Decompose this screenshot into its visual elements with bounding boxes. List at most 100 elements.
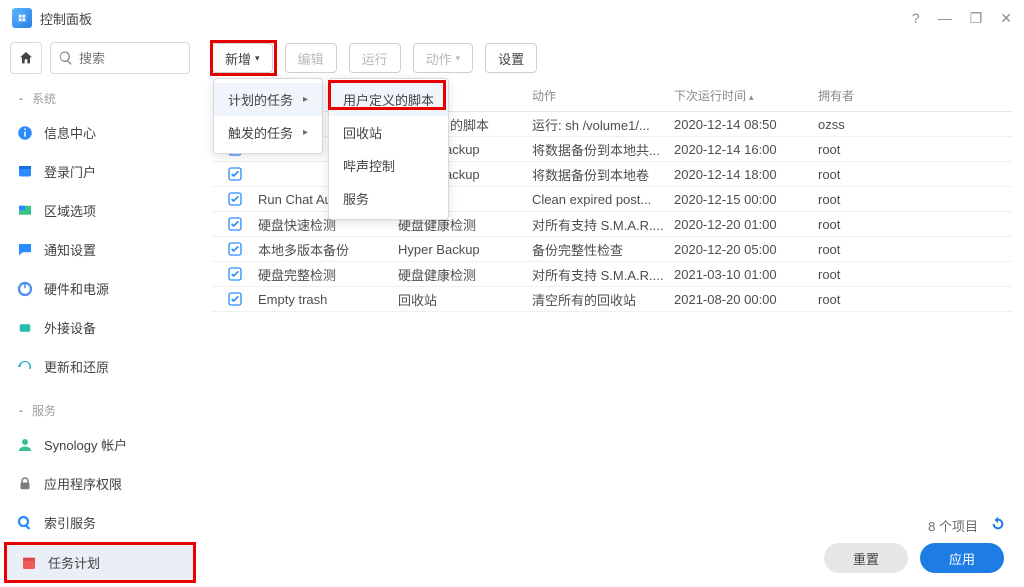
info-icon — [16, 124, 34, 142]
cell-task: 本地多版本备份 — [258, 240, 398, 259]
sidebar-item-label: 索引服务 — [44, 513, 96, 532]
table-row[interactable]: 硬盘完整检测硬盘健康检测对所有支持 S.M.A.R....2021-03-10 … — [212, 262, 1012, 287]
cell-action: 对所有支持 S.M.A.R.... — [532, 215, 674, 234]
sidebar-item-label: 区域选项 — [44, 201, 96, 220]
checkbox-icon[interactable] — [227, 166, 243, 182]
sidebar-item-external-devices[interactable]: 外接设备 — [0, 308, 200, 347]
sidebar-item-synology-account[interactable]: Synology 帐户 — [0, 425, 200, 464]
dropdown-item-triggered[interactable]: 触发的任务 ▸ — [214, 116, 322, 149]
chevron-up-icon — [16, 94, 26, 104]
usb-icon — [16, 319, 34, 337]
sidebar-item-hardware-power[interactable]: 硬件和电源 — [0, 269, 200, 308]
checkbox-icon[interactable] — [227, 191, 243, 207]
apply-button[interactable]: 应用 — [920, 543, 1004, 573]
task-table: 任务 应用程序 动作 下次运行时间▴ 拥有者 用户定义的脚本运行: sh /vo… — [200, 80, 1024, 312]
submenu-item-beep[interactable]: 哔声控制 — [329, 149, 448, 182]
checkbox-icon[interactable] — [227, 216, 243, 232]
globe-icon — [16, 202, 34, 220]
close-icon[interactable]: ✕ — [1000, 10, 1012, 27]
cell-owner: root — [818, 242, 898, 257]
sidebar-item-login-portal[interactable]: 登录门户 — [0, 152, 200, 191]
refresh-icon — [16, 358, 34, 376]
sidebar-item-label: 更新和还原 — [44, 357, 109, 376]
submenu-item-recycle[interactable]: 回收站 — [329, 116, 448, 149]
cell-owner: root — [818, 192, 898, 207]
toolbar: 新增▾ 编辑 运行 动作▾ 设置 — [200, 36, 1024, 80]
chevron-right-icon: ▸ — [303, 94, 308, 105]
cell-time: 2020-12-14 16:00 — [674, 142, 818, 157]
sort-asc-icon: ▴ — [749, 92, 754, 102]
maximize-icon[interactable]: ❐ — [970, 10, 983, 27]
sidebar-item-info-center[interactable]: 信息中心 — [0, 113, 200, 152]
lock-icon — [16, 475, 34, 493]
minimize-icon[interactable]: — — [938, 10, 952, 27]
sidebar-item-label: 应用程序权限 — [44, 474, 122, 493]
cell-owner: root — [818, 267, 898, 282]
cell-action: 运行: sh /volume1/... — [532, 115, 674, 134]
cell-app: 回收站 — [398, 290, 532, 309]
cell-action: 将数据备份到本地卷 — [532, 165, 674, 184]
calendar-icon — [20, 554, 38, 572]
sidebar-item-label: 外接设备 — [44, 318, 96, 337]
sidebar: 系统 信息中心 登录门户 区域选项 通知设置 硬件和电源 — [0, 80, 200, 587]
cell-time: 2021-03-10 01:00 — [674, 267, 818, 282]
dropdown-item-scheduled[interactable]: 计划的任务 ▸ — [214, 83, 322, 116]
window-title: 控制面板 — [40, 9, 92, 28]
action-button[interactable]: 动作▾ — [413, 43, 474, 73]
cell-action: 将数据备份到本地共... — [532, 140, 674, 159]
checkbox-icon[interactable] — [227, 266, 243, 282]
cell-time: 2020-12-14 18:00 — [674, 167, 818, 182]
checkbox-icon[interactable] — [227, 291, 243, 307]
col-next-time[interactable]: 下次运行时间▴ — [674, 87, 818, 104]
app-icon — [12, 8, 32, 28]
caret-down-icon: ▾ — [456, 53, 461, 64]
table-row[interactable]: Empty trash回收站清空所有的回收站2021-08-20 00:00ro… — [212, 287, 1012, 312]
titlebar: 控制面板 ? — ❐ ✕ — [0, 0, 1024, 36]
index-icon — [16, 514, 34, 532]
sidebar-item-regional[interactable]: 区域选项 — [0, 191, 200, 230]
sidebar-item-notification[interactable]: 通知设置 — [0, 230, 200, 269]
sidebar-section-system[interactable]: 系统 — [0, 84, 200, 113]
cell-action: 清空所有的回收站 — [532, 290, 674, 309]
table-footer: 8 个项目 — [928, 516, 1006, 535]
sidebar-section-services[interactable]: 服务 — [0, 396, 200, 425]
sidebar-item-label: 任务计划 — [48, 553, 100, 572]
new-button[interactable]: 新增▾ — [212, 43, 273, 73]
portal-icon — [16, 163, 34, 181]
settings-button[interactable]: 设置 — [485, 43, 537, 73]
home-icon — [18, 50, 34, 66]
sidebar-item-update-restore[interactable]: 更新和还原 — [0, 347, 200, 386]
cell-action: Clean expired post... — [532, 192, 674, 207]
sidebar-item-app-privileges[interactable]: 应用程序权限 — [0, 464, 200, 503]
sidebar-item-label: 通知设置 — [44, 240, 96, 259]
home-button[interactable] — [10, 42, 42, 74]
sidebar-item-label: 信息中心 — [44, 123, 96, 142]
table-row[interactable]: 本地多版本备份Hyper Backup备份完整性检查2020-12-20 05:… — [212, 237, 1012, 262]
submenu-item-service[interactable]: 服务 — [329, 182, 448, 215]
sidebar-item-label: 硬件和电源 — [44, 279, 109, 298]
chevron-right-icon: ▸ — [303, 127, 308, 138]
cell-task: 硬盘完整检测 — [258, 265, 398, 284]
cell-owner: ozss — [818, 117, 898, 132]
account-icon — [16, 436, 34, 454]
cell-action: 备份完整性检查 — [532, 240, 674, 259]
cell-time: 2020-12-15 00:00 — [674, 192, 818, 207]
edit-button[interactable]: 编辑 — [285, 43, 337, 73]
sidebar-item-index-service[interactable]: 索引服务 — [0, 503, 200, 542]
cell-app: Hyper Backup — [398, 242, 532, 257]
chat-icon — [16, 241, 34, 259]
cell-app: 硬盘健康检测 — [398, 265, 532, 284]
caret-down-icon: ▾ — [255, 53, 260, 64]
run-button[interactable]: 运行 — [349, 43, 401, 73]
sidebar-item-label: Synology 帐户 — [44, 435, 127, 454]
cell-time: 2020-12-20 01:00 — [674, 217, 818, 232]
refresh-button[interactable] — [990, 516, 1006, 535]
submenu-item-user-script[interactable]: 用户定义的脚本 — [329, 83, 448, 116]
cell-time: 2020-12-14 08:50 — [674, 117, 818, 132]
col-action[interactable]: 动作 — [532, 87, 674, 104]
checkbox-icon[interactable] — [227, 241, 243, 257]
power-icon — [16, 280, 34, 298]
help-icon[interactable]: ? — [912, 10, 920, 27]
reset-button[interactable]: 重置 — [824, 543, 908, 573]
col-owner[interactable]: 拥有者 — [818, 87, 898, 104]
